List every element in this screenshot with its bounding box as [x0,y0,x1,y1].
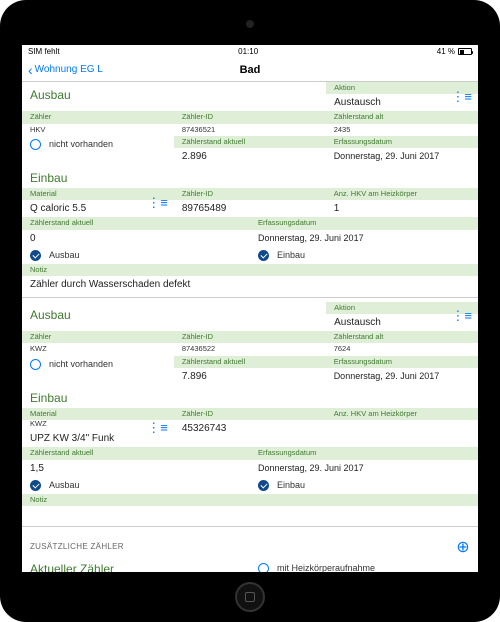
navbar: ‹ Wohnung EG L Bad [22,58,478,82]
erfassungsdatum-value[interactable]: Donnerstag, 29. Juni 2017 [326,148,478,164]
home-button[interactable] [235,582,265,612]
notiz-value[interactable]: Zähler durch Wasserschaden defekt [22,276,478,293]
einbau-check[interactable]: Einbau [250,247,478,264]
list-icon[interactable]: ⋮≡ [147,420,168,436]
battery-percent: 41 % [437,47,455,56]
zaehlerid-value: 87436522 [174,343,326,355]
back-label: Wohnung EG L [35,64,103,75]
aktueller-zaehler-title: Aktueller Zähler [22,560,250,572]
notiz-label: Notiz [22,264,478,276]
check-icon [258,480,269,491]
einbau-check[interactable]: Einbau [250,477,478,494]
einbau-title: Einbau [22,165,478,188]
check-icon [258,250,269,261]
zaehlerstand-aktuell-label: Zählerstand aktuell [174,356,326,368]
zaehlerid-label: Zähler-ID [174,408,326,420]
erfassungsdatum-label: Erfassungsdatum [326,356,478,368]
erfassungsdatum-label: Erfassungsdatum [250,217,478,229]
notiz-label: Notiz [22,494,478,506]
list-icon[interactable]: ⋮≡ [147,195,168,211]
erfassungsdatum-value[interactable]: Donnerstag, 29. Juni 2017 [250,460,478,476]
zaehlerid-label: Zähler-ID [174,331,326,343]
zaehlerid-label: Zähler-ID [174,188,326,200]
ausbau-check[interactable]: Ausbau [22,247,250,264]
zaehlerstand-aktuell-value[interactable]: 7.896 [174,368,326,385]
add-icon[interactable]: ⊕ [456,537,470,557]
erfassungsdatum-value[interactable]: Donnerstag, 29. Juni 2017 [326,368,478,384]
material-value[interactable]: UPZ KW 3/4" Funk ⋮≡ [22,430,174,447]
ausbau-check[interactable]: Ausbau [22,477,250,494]
zaehler-value: KWZ [22,343,174,355]
chevron-left-icon: ‹ [28,63,33,77]
zaehler-value: HKV [22,124,174,136]
aktion-value[interactable]: Austausch ⋮≡ [326,94,478,111]
clock: 01:10 [238,47,258,56]
zaehlerstand-aktuell-label: Zählerstand aktuell [22,217,250,229]
einbau-title: Einbau [22,385,478,408]
list-icon[interactable]: ⋮≡ [451,89,472,105]
zaehlerstand-alt-value: 2435 [326,124,478,136]
zaehlerid-label: Zähler-ID [174,111,326,123]
zaehlerstand-aktuell-value[interactable]: 1,5 [22,460,250,477]
zaehlerstand-alt-label: Zählerstand alt [326,111,478,123]
anz-label: Anz. HKV am Heizkörper [326,408,478,420]
erfassungsdatum-label: Erfassungsdatum [326,136,478,148]
anz-value[interactable]: 1 [326,200,478,217]
zaehlerid-value[interactable]: 45326743 [174,420,326,437]
back-button[interactable]: ‹ Wohnung EG L [28,63,103,77]
zaehlerid-value: 87436521 [174,124,326,136]
battery-icon [458,48,472,55]
ausbau-title: Ausbau [22,82,326,105]
zaehlerid-value[interactable]: 89765489 [174,200,326,217]
anz-label: Anz. HKV am Heizkörper [326,188,478,200]
zaehlerstand-aktuell-label: Zählerstand aktuell [22,447,250,459]
page-title: Bad [240,64,261,76]
radio-icon [30,359,41,370]
zaehlerstand-aktuell-value[interactable]: 2.896 [174,148,326,165]
zaehler-label: Zähler [22,331,174,343]
content-scroll[interactable]: Ausbau Aktion Austausch ⋮≡ Zähler HKV Zä… [22,82,478,572]
erfassungsdatum-label: Erfassungsdatum [250,447,478,459]
zaehlerstand-aktuell-value[interactable]: 0 [22,230,250,247]
zaehler-label: Zähler [22,111,174,123]
extra-header: ZUSÄTZLICHE ZÄHLER [30,542,124,551]
nicht-vorhanden-radio[interactable]: nicht vorhanden [22,356,174,373]
heizkoerper-radio[interactable]: mit Heizkörperaufnahme [250,560,478,572]
sim-status: SIM fehlt [28,47,60,56]
nicht-vorhanden-radio[interactable]: nicht vorhanden [22,136,174,153]
list-icon[interactable]: ⋮≡ [451,308,472,324]
material-value[interactable]: Q caloric 5.5 ⋮≡ [22,200,174,217]
radio-icon [258,563,269,572]
anz-value[interactable] [326,420,478,436]
erfassungsdatum-value[interactable]: Donnerstag, 29. Juni 2017 [250,230,478,246]
notiz-value[interactable] [22,506,478,522]
status-bar: SIM fehlt 01:10 41 % [22,45,478,58]
aktion-value[interactable]: Austausch ⋮≡ [326,314,478,331]
radio-icon [30,139,41,150]
check-icon [30,480,41,491]
check-icon [30,250,41,261]
ausbau-title: Ausbau [22,302,326,325]
zaehlerstand-alt-value: 7624 [326,343,478,355]
zaehlerstand-alt-label: Zählerstand alt [326,331,478,343]
zaehlerstand-aktuell-label: Zählerstand aktuell [174,136,326,148]
